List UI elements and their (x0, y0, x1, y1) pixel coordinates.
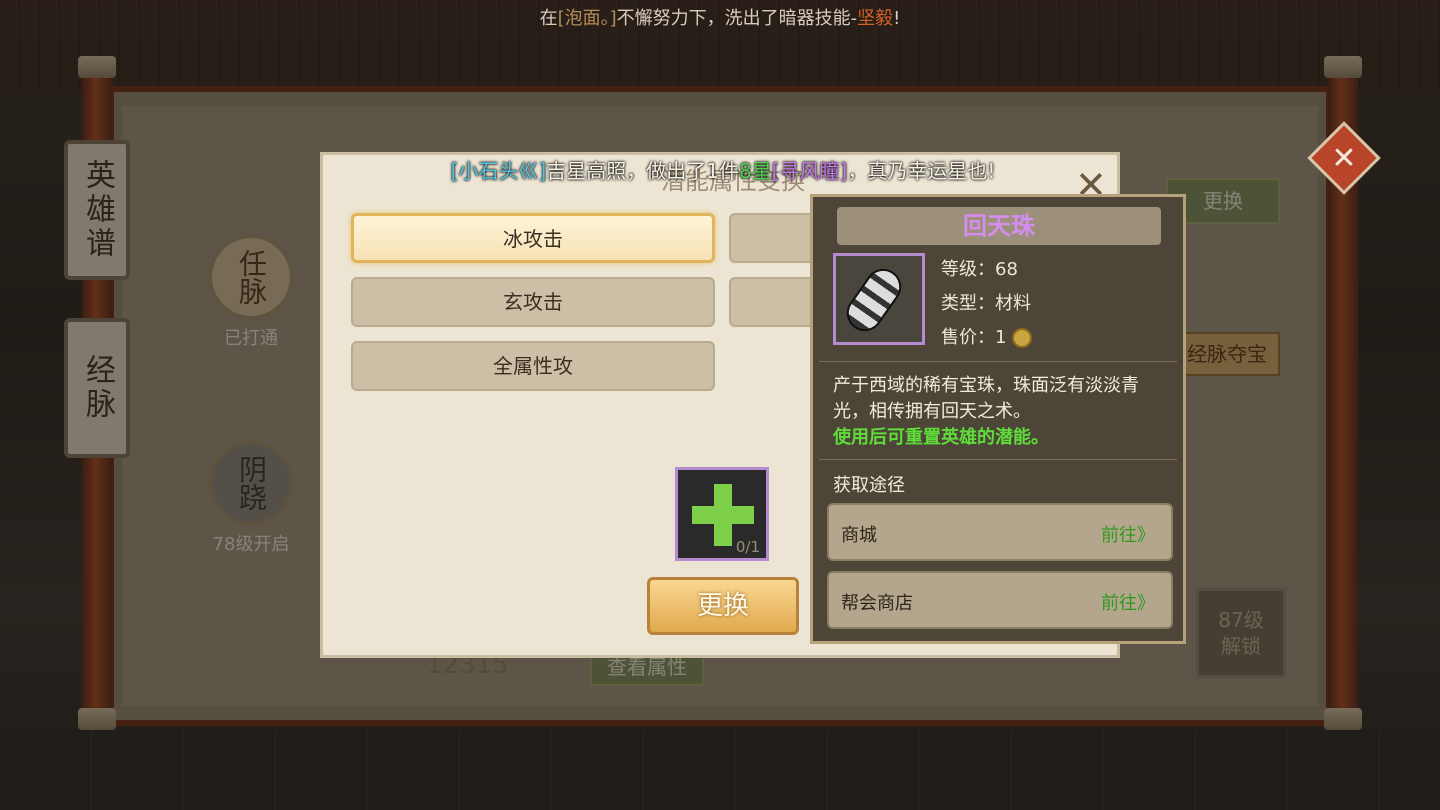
slot-count: 0/1 (735, 538, 760, 556)
broadcast-player: [泡面。] (557, 8, 617, 29)
option-ice-attack[interactable]: 冰攻击 (351, 213, 715, 263)
item-tooltip: 回天珠 等级：68 类型：材料 售价：1 产于西域的稀有宝珠，珠面泛有淡淡青光，… (810, 194, 1186, 644)
source-guild-shop[interactable]: 帮会商店 前往》 (827, 571, 1173, 629)
lucky-notice: [小石头巛]吉星高照，做出了1件8星[寻风瞳]，真乃幸运星也! (450, 159, 996, 183)
coin-icon (1012, 328, 1033, 348)
material-slot[interactable]: 0/1 (675, 467, 769, 561)
item-description: 产于西域的稀有宝珠，珠面泛有淡淡青光，相传拥有回天之术。 使用后可重置英雄的潜能… (833, 375, 1139, 448)
item-type: 类型：材料 (941, 293, 1031, 314)
broadcast-skill: 坚毅 (857, 8, 894, 29)
item-name: 回天珠 (837, 207, 1161, 245)
system-broadcast: 在[泡面。]不懈努力下，洗出了暗器技能-坚毅! (539, 8, 901, 29)
option-all-attribute-attack[interactable]: 全属性攻 (351, 341, 715, 391)
item-level: 等级：68 (941, 259, 1018, 280)
bead-item-icon (833, 253, 925, 345)
goto-link: 前往》 (1101, 525, 1155, 546)
item-effect: 使用后可重置英雄的潜能。 (833, 427, 1049, 448)
option-xuan-attack[interactable]: 玄攻击 (351, 277, 715, 327)
source-title: 获取途径 (833, 475, 905, 496)
goto-link: 前往》 (1101, 593, 1155, 614)
item-price: 售价：1 (941, 323, 1033, 349)
source-shop[interactable]: 商城 前往》 (827, 503, 1173, 561)
change-button[interactable]: 更换 (647, 577, 799, 635)
